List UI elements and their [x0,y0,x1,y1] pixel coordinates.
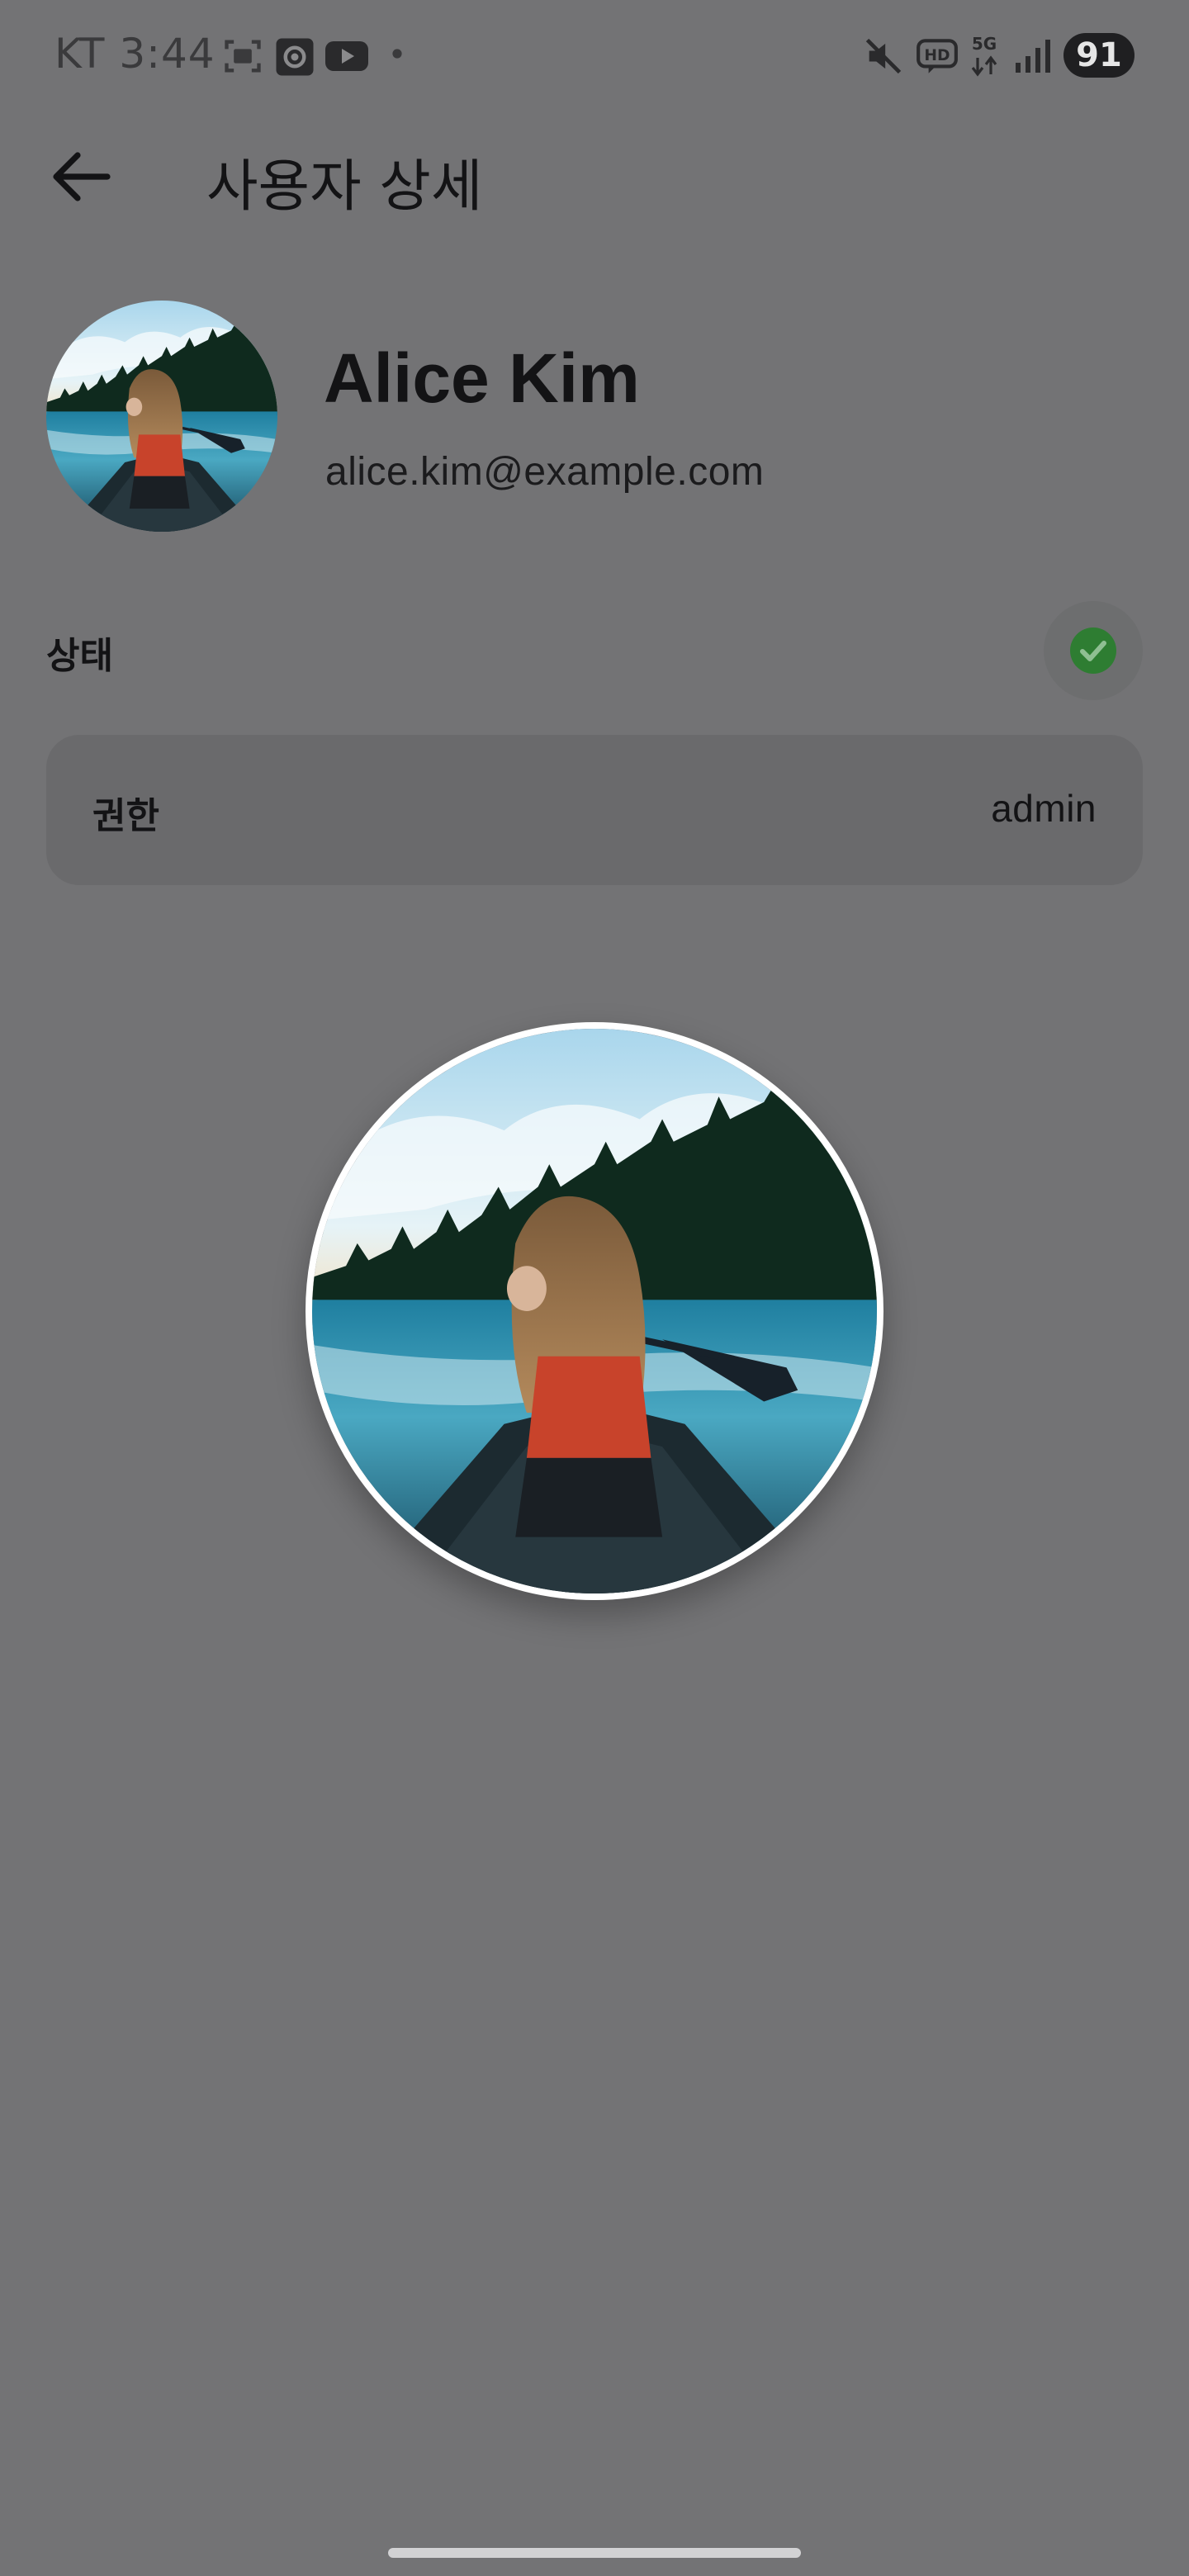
role-label: 권한 [92,795,159,837]
carrier-time: KT 3:44 [54,30,216,78]
battery-icon: 91 [1063,33,1135,78]
hd-voice-icon: HD [915,35,959,78]
status-check-badge [1070,627,1116,674]
avatar[interactable] [46,301,277,532]
user-email: alice.kim@example.com [325,450,765,494]
status-label: 상태 [46,635,113,677]
svg-text:HD: HD [924,47,950,64]
gesture-navigation-bar[interactable] [388,2548,801,2558]
page-title: 사용자 상세 [206,154,483,220]
avatar-enlarged-photo [312,1029,877,1593]
arrow-left-icon [41,137,121,216]
checkmark-icon [1070,627,1116,674]
status-bar: KT 3:44 HD 5G 91 [0,0,1189,112]
role-card: 권한 admin [46,735,1143,885]
screenshot-icon [221,35,264,78]
signal-icon [1012,35,1052,78]
mute-icon [862,35,905,78]
5g-icon: 5G [968,31,1001,78]
back-button[interactable] [41,137,121,216]
screen-record-icon [272,35,317,79]
youtube-icon [324,35,370,78]
app-bar: 사용자 상세 [0,112,1189,234]
avatar-photo [46,301,277,532]
role-value: admin [991,787,1097,830]
avatar-enlarged-preview[interactable] [306,1022,883,1600]
notification-dot-icon [391,48,403,59]
svg-text:5G: 5G [972,34,997,54]
status-checkbox[interactable] [1044,601,1143,700]
user-name: Alice Kim [324,339,640,417]
